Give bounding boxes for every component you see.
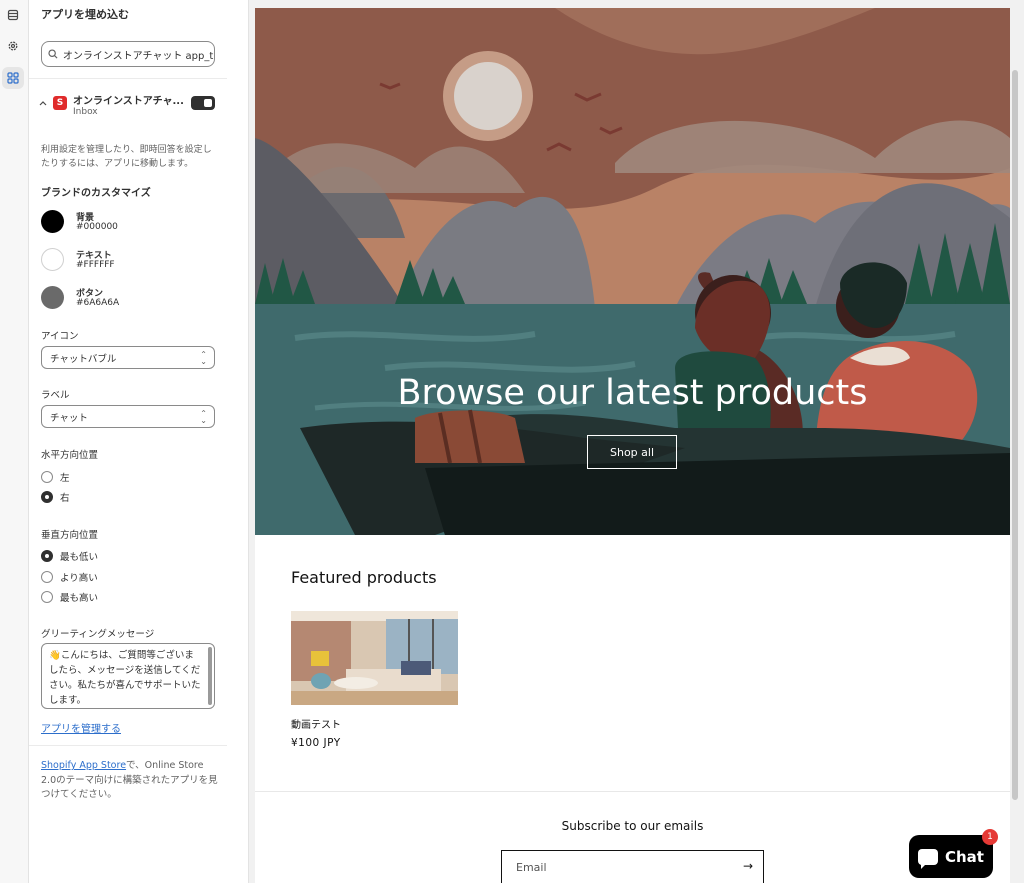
app-embed-panel: アプリを埋め込む オンラインストアチャット app_ti S オンラインストアチ…	[29, 0, 249, 883]
app-subtitle: Inbox	[73, 107, 98, 117]
subscribe-title: Subscribe to our emails	[561, 819, 704, 833]
app-store-footer: Shopify App Storeで、Online Store 2.0のテーマ向…	[41, 759, 221, 803]
horizontal-position-label: 水平方向位置	[41, 450, 99, 461]
divider	[29, 745, 227, 746]
select-arrows-icon: ⌃ ⌄	[200, 409, 207, 425]
preview-scrollbar[interactable]	[1012, 70, 1018, 800]
hero-title: Browse our latest products	[397, 373, 868, 413]
color-swatch[interactable]	[41, 286, 64, 309]
color-hex: #FFFFFF	[76, 260, 115, 270]
radio-vertical-lowest[interactable]: 最も低い	[41, 549, 98, 563]
greeting-message-label: グリーティングメッセージ	[41, 629, 155, 640]
radio-button[interactable]	[41, 571, 53, 583]
radio-vertical-highest[interactable]: 最も高い	[41, 590, 98, 604]
radio-horizontal-left[interactable]: 左	[41, 470, 70, 484]
search-input[interactable]: オンラインストアチャット app_ti	[41, 41, 215, 67]
radio-button[interactable]	[41, 471, 53, 483]
color-setting-button[interactable]: ボタン #6A6A6A	[41, 286, 217, 314]
help-text: 利用設定を管理したり、即時回答を設定したりするには、アプリに移動します。	[41, 145, 212, 169]
select-arrows-icon: ⌃ ⌄	[200, 350, 207, 366]
icon-select[interactable]: チャットバブル ⌃ ⌄	[41, 346, 215, 369]
radio-label: 左	[60, 473, 70, 484]
product-name[interactable]: 動画テスト	[291, 716, 341, 731]
divider	[29, 78, 227, 79]
greeting-message-textarea[interactable]: 👋こんにちは、ご質問等ございましたら、メッセージを送信してください。私たちが喜ん…	[41, 643, 215, 709]
radio-horizontal-right[interactable]: 右	[41, 490, 70, 504]
app-name: オンラインストアチャ...	[73, 96, 184, 107]
shop-all-button[interactable]: Shop all	[587, 435, 677, 469]
vertical-position-label: 垂直方向位置	[41, 530, 99, 541]
radio-button[interactable]	[41, 550, 53, 562]
hero-banner: Browse our latest products Shop all	[255, 8, 1010, 535]
color-hex: #000000	[76, 222, 118, 232]
textarea-scrollbar[interactable]	[208, 647, 212, 705]
icon-select-value: チャットバブル	[50, 353, 117, 365]
theme-editor: アプリを埋め込む オンラインストアチャット app_ti S オンラインストアチ…	[0, 0, 1024, 883]
app-logo-icon: S	[53, 96, 67, 110]
product-price: ¥100 JPY	[291, 737, 341, 749]
sections-icon[interactable]	[2, 4, 24, 26]
chat-bubble-icon	[918, 848, 938, 869]
label-select-value: チャット	[50, 412, 88, 424]
color-hex: #6A6A6A	[76, 298, 120, 308]
apps-icon[interactable]	[2, 67, 24, 89]
radio-label: 最も低い	[60, 552, 99, 563]
radio-label: より高い	[60, 573, 98, 584]
label-field-label: ラベル	[41, 390, 70, 401]
chat-button[interactable]: Chat	[909, 835, 993, 878]
greeting-message-value: 👋こんにちは、ご質問等ございましたら、メッセージを送信してください。私たちが喜ん…	[49, 650, 201, 706]
email-input[interactable]: Email →	[501, 850, 764, 883]
manage-app-link[interactable]: アプリを管理する	[41, 720, 121, 735]
product-image[interactable]	[291, 611, 458, 705]
radio-label: 最も高い	[60, 593, 99, 604]
color-setting-text[interactable]: テキスト #FFFFFF	[41, 248, 217, 276]
settings-gear-icon[interactable]	[2, 35, 24, 57]
icon-field-label: アイコン	[41, 331, 79, 342]
storefront-preview: Browse our latest products Shop all Feat…	[255, 8, 1010, 883]
color-swatch[interactable]	[41, 210, 64, 233]
color-swatch[interactable]	[41, 248, 64, 271]
chat-label: Chat	[945, 847, 984, 866]
app-embed-toggle[interactable]	[191, 96, 215, 110]
arrow-right-icon[interactable]: →	[743, 859, 753, 873]
app-embed-row[interactable]: S オンラインストアチャ... Inbox	[37, 92, 217, 122]
chat-unread-badge: 1	[982, 829, 998, 845]
radio-button[interactable]	[41, 591, 53, 603]
chevron-up-icon[interactable]	[39, 100, 47, 106]
search-icon	[48, 49, 58, 59]
divider	[255, 791, 1010, 792]
email-placeholder: Email	[516, 861, 547, 874]
featured-products-title: Featured products	[291, 568, 437, 587]
search-input-value: オンラインストアチャット app_ti	[62, 50, 214, 62]
color-setting-background[interactable]: 背景 #000000	[41, 210, 217, 238]
panel-title: アプリを埋め込む	[41, 8, 129, 21]
label-select[interactable]: チャット ⌃ ⌄	[41, 405, 215, 428]
shopify-app-store-link[interactable]: Shopify App Store	[41, 760, 126, 771]
radio-vertical-higher[interactable]: より高い	[41, 570, 98, 584]
brand-section-title: ブランドのカスタマイズ	[41, 188, 151, 199]
editor-icon-rail	[0, 0, 29, 883]
radio-label: 右	[60, 493, 70, 504]
radio-button[interactable]	[41, 491, 53, 503]
